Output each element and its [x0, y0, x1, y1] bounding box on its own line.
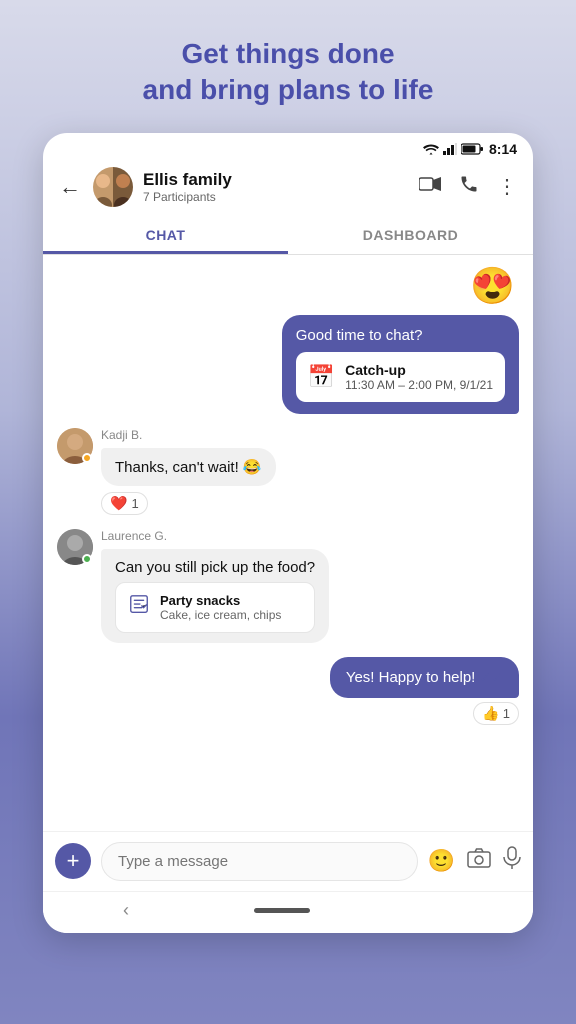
tab-dashboard[interactable]: DASHBOARD [288, 217, 533, 254]
bottom-nav: ‹ [43, 891, 533, 933]
battery-icon [461, 143, 483, 155]
group-info: Ellis family 7 Participants [143, 170, 409, 204]
task-icon [128, 593, 150, 621]
headline-line2: and bring plans to life [143, 74, 434, 105]
group-participants: 7 Participants [143, 190, 409, 204]
out-text: Yes! Happy to help! [346, 669, 476, 686]
wifi-icon [423, 143, 439, 155]
group-name: Ellis family [143, 170, 409, 190]
input-icons: 🙂 [428, 846, 521, 876]
msg-outgoing: Yes! Happy to help! ✓✓ 👍 1 [330, 657, 519, 725]
laurence-sender: Laurence G. [101, 529, 329, 543]
msg-laurence: Laurence G. Can you still pick up the fo… [57, 529, 519, 643]
tabs: CHAT DASHBOARD [43, 217, 533, 255]
avatar-person2 [113, 167, 133, 207]
laurence-content: Laurence G. Can you still pick up the fo… [101, 529, 329, 643]
calendar-icon: 📅 [308, 364, 335, 390]
out-reaction: 👍 1 [473, 702, 519, 725]
laurence-status-dot [82, 554, 92, 564]
task-title: Party snacks [160, 593, 281, 608]
kadji-text: Thanks, can't wait! 😂 [115, 459, 262, 476]
task-subtitle: Cake, ice cream, chips [160, 608, 281, 622]
emoji-float: 😍 [470, 265, 515, 307]
camera-button[interactable] [467, 847, 491, 875]
out-reaction-count: 1 [503, 706, 510, 721]
card-subtitle: 11:30 AM – 2:00 PM, 9/1/21 [345, 378, 493, 392]
out-bubble: Yes! Happy to help! ✓✓ [330, 657, 519, 698]
kadji-content: Kadji B. Thanks, can't wait! 😂 ❤️ 1 [101, 428, 276, 515]
call-icon[interactable] [459, 174, 479, 200]
chat-header: ← Ellis family [43, 161, 533, 217]
kadji-status-dot [82, 453, 92, 463]
msg-sent-catchup: Good time to chat? 📅 Catch-up 11:30 AM –… [282, 315, 519, 414]
laurence-bubble: Can you still pick up the food? Party sn… [101, 549, 329, 643]
out-meta: 👍 1 [473, 702, 519, 725]
avatar-person1 [93, 167, 113, 207]
header-actions: ⋮ [419, 174, 517, 200]
check-icon: ✓✓ [480, 669, 503, 685]
kadji-bubble: Thanks, can't wait! 😂 [101, 448, 276, 486]
laurence-avatar [57, 529, 93, 565]
headline: Get things done and bring plans to life [0, 0, 576, 109]
group-avatar [93, 167, 133, 207]
nav-pill [254, 908, 310, 913]
headline-line1: Get things done [181, 38, 394, 69]
mic-button[interactable] [503, 846, 521, 876]
task-card: Party snacks Cake, ice cream, chips [115, 582, 315, 633]
status-time: 8:14 [489, 141, 517, 157]
chat-area: 😍 Good time to chat? 📅 Catch-up 11:30 AM… [43, 255, 533, 831]
kadji-reaction: ❤️ 1 [101, 492, 148, 515]
add-button[interactable]: + [55, 843, 91, 879]
tab-chat[interactable]: CHAT [43, 217, 288, 254]
sent-card: 📅 Catch-up 11:30 AM – 2:00 PM, 9/1/21 [296, 352, 505, 402]
back-button[interactable]: ← [59, 174, 81, 200]
out-reaction-emoji: 👍 [482, 705, 499, 722]
status-bar: 8:14 [43, 133, 533, 161]
kadji-sender: Kadji B. [101, 428, 276, 442]
kadji-reaction-emoji: ❤️ [110, 495, 127, 512]
more-icon[interactable]: ⋮ [497, 174, 517, 199]
background: Get things done and bring plans to life [0, 0, 576, 1024]
laurence-text: Can you still pick up the food? [115, 559, 315, 576]
msg-kadji: Kadji B. Thanks, can't wait! 😂 ❤️ 1 [57, 428, 519, 515]
emoji-button[interactable]: 🙂 [428, 848, 455, 874]
input-bar: + 🙂 [43, 831, 533, 891]
video-icon[interactable] [419, 175, 441, 198]
status-icons [423, 143, 483, 155]
message-input[interactable] [101, 842, 418, 881]
signal-icon [443, 143, 457, 155]
phone-card: 8:14 ← [43, 133, 533, 933]
nav-chevron[interactable]: ‹ [123, 900, 129, 921]
kadji-reaction-count: 1 [131, 496, 138, 511]
card-title: Catch-up [345, 362, 493, 378]
sent-text: Good time to chat? [296, 327, 423, 344]
kadji-avatar [57, 428, 93, 464]
